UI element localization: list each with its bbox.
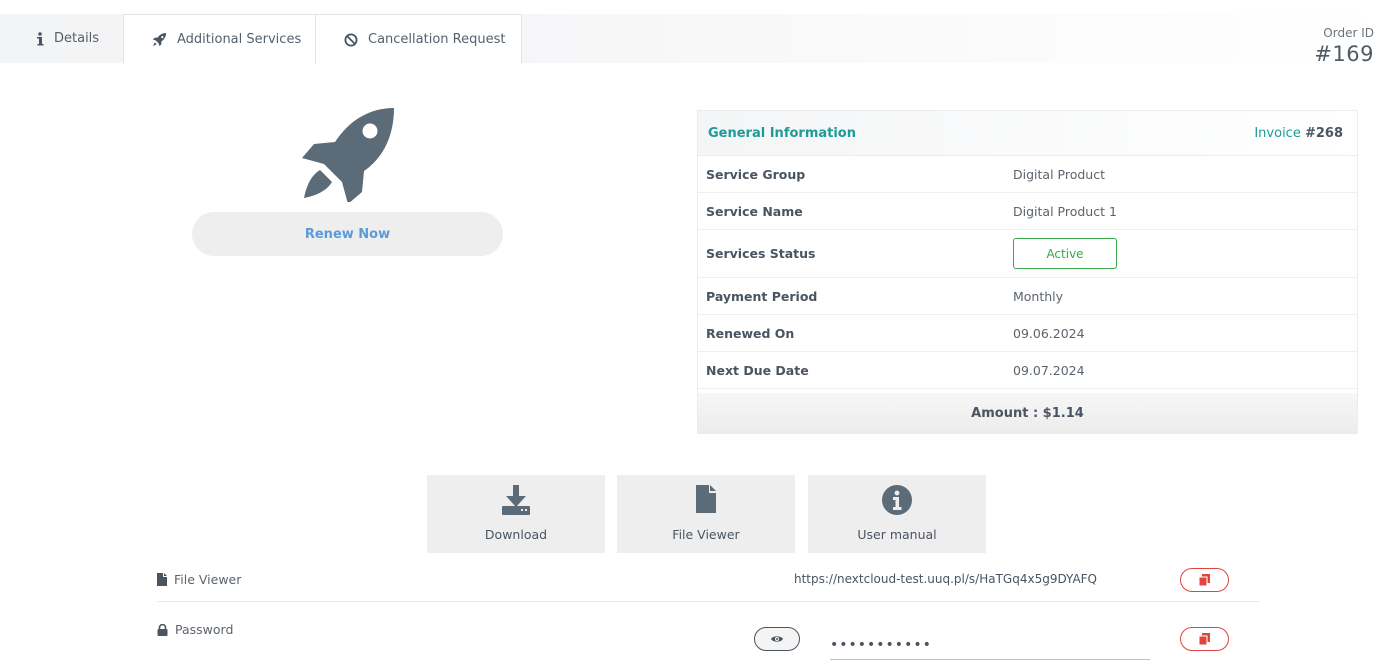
download-icon bbox=[502, 485, 530, 515]
order-id-label: Order ID bbox=[1323, 26, 1374, 40]
copy-icon bbox=[1199, 574, 1210, 586]
file-icon bbox=[157, 573, 167, 586]
amount-total: Amount : $1.14 bbox=[698, 393, 1357, 433]
info-key: Next Due Date bbox=[706, 362, 809, 378]
tab-details-label: Details bbox=[54, 31, 100, 46]
info-row-service-group: Service Group Digital Product bbox=[698, 156, 1357, 193]
info-value: Monthly bbox=[1013, 288, 1064, 304]
tab-bar: Details Additional Services Cancellation… bbox=[0, 14, 1396, 64]
info-circle-icon bbox=[882, 485, 912, 515]
tab-additional-services-label: Additional Services bbox=[177, 32, 302, 47]
info-value: Digital Product 1 bbox=[1013, 203, 1117, 219]
invoice-number: #268 bbox=[1304, 125, 1343, 141]
download-button[interactable]: Download bbox=[427, 475, 605, 553]
copy-password-button[interactable] bbox=[1180, 627, 1229, 651]
tab-cancellation-request-label: Cancellation Request bbox=[368, 32, 506, 47]
rocket-icon bbox=[300, 106, 396, 204]
info-value: Digital Product bbox=[1013, 166, 1105, 182]
file-viewer-row: File Viewer https://nextcloud-test.uuq.p… bbox=[157, 565, 1260, 602]
password-text: Password bbox=[175, 622, 234, 637]
eye-icon bbox=[771, 636, 783, 642]
password-row: Password bbox=[157, 615, 1260, 663]
ban-icon bbox=[344, 33, 358, 47]
file-viewer-row-label: File Viewer bbox=[157, 572, 241, 587]
password-row-label: Password bbox=[157, 622, 233, 637]
tab-cancellation-request[interactable]: Cancellation Request bbox=[315, 14, 522, 64]
lock-icon bbox=[157, 623, 168, 636]
info-key: Service Group bbox=[706, 166, 806, 182]
copy-icon bbox=[1199, 633, 1210, 645]
info-row-payment-period: Payment Period Monthly bbox=[698, 278, 1357, 315]
info-row-services-status: Services Status Active bbox=[698, 230, 1357, 278]
tab-details[interactable]: Details bbox=[0, 14, 123, 63]
info-row-renewed-on: Renewed On 09.06.2024 bbox=[698, 315, 1357, 352]
info-value: 09.07.2024 bbox=[1013, 362, 1085, 378]
download-label: Download bbox=[484, 527, 548, 542]
info-value: 09.06.2024 bbox=[1013, 325, 1085, 341]
info-key: Service Name bbox=[706, 203, 803, 219]
user-manual-label: User manual bbox=[857, 527, 937, 542]
file-viewer-text: File Viewer bbox=[174, 572, 242, 587]
user-manual-button[interactable]: User manual bbox=[808, 475, 986, 553]
tab-additional-services[interactable]: Additional Services bbox=[123, 14, 316, 64]
invoice-prefix: Invoice bbox=[1254, 125, 1305, 141]
file-icon bbox=[696, 485, 716, 513]
info-key: Services Status bbox=[706, 246, 816, 261]
invoice-link[interactable]: Invoice #268 bbox=[1254, 126, 1343, 141]
general-information-panel: General Information Invoice #268 Service… bbox=[697, 110, 1358, 434]
password-field[interactable] bbox=[830, 627, 1150, 660]
info-key: Renewed On bbox=[706, 325, 795, 341]
general-information-header: General Information Invoice #268 bbox=[698, 111, 1357, 156]
info-key: Payment Period bbox=[706, 288, 818, 304]
file-viewer-button[interactable]: File Viewer bbox=[617, 475, 795, 553]
renew-now-button[interactable]: Renew Now bbox=[192, 212, 503, 256]
toggle-password-button[interactable] bbox=[754, 627, 800, 651]
info-row-next-due-date: Next Due Date 09.07.2024 bbox=[698, 352, 1357, 389]
copy-url-button[interactable] bbox=[1180, 568, 1229, 592]
rocket-icon bbox=[152, 32, 167, 47]
general-information-title: General Information bbox=[708, 125, 856, 141]
file-viewer-label: File Viewer bbox=[672, 527, 740, 542]
file-viewer-url[interactable]: https://nextcloud-test.uuq.pl/s/HaTGq4x5… bbox=[794, 572, 1097, 586]
info-row-service-name: Service Name Digital Product 1 bbox=[698, 193, 1357, 230]
order-id: Order ID #169 bbox=[1314, 26, 1374, 66]
info-icon bbox=[36, 31, 44, 46]
status-badge: Active bbox=[1013, 238, 1117, 269]
order-id-value: #169 bbox=[1314, 42, 1374, 66]
